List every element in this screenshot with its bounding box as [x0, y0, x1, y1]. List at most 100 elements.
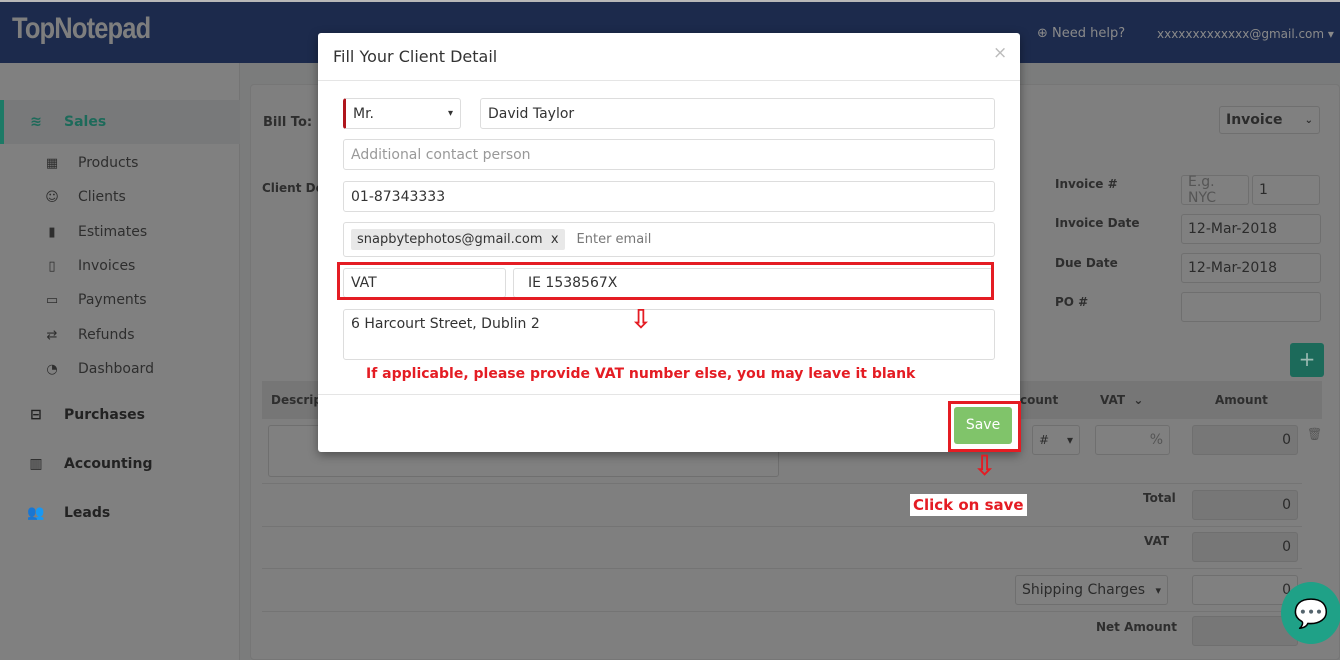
save-highlight-box	[948, 401, 1021, 452]
total-value: 0	[1192, 490, 1298, 520]
phone-input[interactable]: 01-87343333	[343, 181, 995, 212]
divider	[318, 80, 1020, 81]
sidebar-label: Refunds	[78, 327, 135, 343]
sidebar-label: Leads	[64, 505, 111, 521]
vat-percent-input[interactable]: %	[1095, 425, 1170, 455]
arrow-down-icon: ⇩	[630, 305, 652, 335]
user-email: xxxxxxxxxxxxx@gmail.com	[1157, 27, 1325, 41]
amount-header: Amount	[1215, 393, 1268, 407]
cubes-icon: ▦	[45, 155, 59, 171]
discount-type-select[interactable]: # ▾	[1032, 425, 1080, 455]
trash-icon[interactable]: 🗑	[1307, 427, 1322, 441]
remove-email-button[interactable]: x	[551, 232, 559, 247]
sidebar-item-invoices[interactable]: ▯ Invoices	[42, 258, 135, 274]
due-date-value: 12-Mar-2018	[1188, 260, 1278, 276]
description-header: Descrip	[271, 393, 322, 407]
sidebar-item-leads[interactable]: 👥 Leads	[0, 491, 240, 535]
client-name-value: David Taylor	[488, 105, 575, 122]
invoice-no-label: Invoice #	[1055, 177, 1118, 191]
vat-highlight-box	[337, 262, 994, 300]
vat-header-label: VAT	[1100, 393, 1126, 407]
vat-total-amount: 0	[1282, 539, 1291, 555]
email-input[interactable]: snapbytephotos@gmail.com x Enter email	[343, 222, 995, 257]
sidebar-item-dashboard[interactable]: ◔ Dashboard	[42, 361, 154, 377]
credit-card-icon: ▭	[45, 292, 59, 308]
sidebar-label: Invoices	[78, 258, 136, 274]
close-button[interactable]: ×	[993, 43, 1007, 63]
sidebar-item-purchases[interactable]: ⊟ Purchases	[0, 393, 240, 437]
modal-title: Fill Your Client Detail	[333, 47, 498, 66]
sidebar-label: Payments	[78, 292, 147, 308]
caret-down-icon: ▾	[1155, 583, 1161, 597]
sidebar-item-estimates[interactable]: ▮ Estimates	[42, 224, 147, 240]
bar-chart-icon: ▥	[29, 456, 43, 472]
invoice-date-value: 12-Mar-2018	[1188, 221, 1278, 237]
users-icon: 👥	[27, 505, 45, 521]
client-name-input[interactable]: David Taylor	[480, 98, 995, 129]
sidebar-label: Estimates	[78, 224, 148, 240]
divider	[262, 568, 1302, 569]
sidebar-label: Clients	[78, 189, 126, 205]
invoice-date-input[interactable]: 12-Mar-2018	[1181, 214, 1321, 244]
sidebar-item-products[interactable]: ▦ Products	[42, 155, 139, 171]
line-amount: 0	[1192, 425, 1298, 455]
vat-percent-placeholder: %	[1149, 432, 1163, 448]
contact-person-input[interactable]: Additional contact person	[343, 139, 995, 170]
user-icon: ☺	[45, 189, 59, 205]
file-icon: ▮	[48, 224, 56, 240]
logo[interactable]: TopNotepad	[12, 12, 151, 46]
dashboard-icon: ◔	[46, 361, 58, 377]
divider	[262, 611, 1302, 612]
discount-type-value: #	[1039, 433, 1050, 447]
invoice-prefix-input[interactable]: E.g. NYC	[1181, 174, 1249, 206]
due-date-input[interactable]: 12-Mar-2018	[1181, 253, 1321, 283]
sidebar-item-clients[interactable]: ☺ Clients	[42, 189, 126, 205]
chat-button[interactable]: 💬	[1281, 582, 1340, 644]
total-label: Total	[1143, 491, 1176, 505]
shipping-input[interactable]: 0	[1192, 575, 1298, 605]
help-label: Need help?	[1052, 26, 1126, 41]
caret-down-icon: ▾	[447, 108, 453, 119]
due-date-label: Due Date	[1055, 256, 1118, 270]
vat-annotation: If applicable, please provide VAT number…	[366, 366, 916, 382]
layers-icon: ≋	[30, 114, 42, 130]
arrow-down-icon: ⇩	[973, 449, 997, 482]
help-link[interactable]: ⊕ Need help?	[1037, 26, 1125, 41]
lifebuoy-icon: ⊕	[1037, 26, 1048, 41]
po-input[interactable]	[1181, 292, 1321, 322]
shipping-label: Shipping Charges	[1022, 582, 1146, 598]
address-input[interactable]: 6 Harcourt Street, Dublin 2	[343, 309, 995, 360]
discount-header: count	[1020, 393, 1059, 407]
divider	[318, 394, 1020, 395]
salutation-value: Mr.	[353, 105, 374, 122]
shipping-charges-select[interactable]: Shipping Charges ▾	[1015, 575, 1168, 605]
document-type-select[interactable]: Invoice ⌄	[1219, 106, 1320, 134]
sidebar-item-sales[interactable]: ≋ Sales	[0, 100, 240, 144]
purchases-icon: ⊟	[30, 407, 42, 423]
client-details-label: Client De	[262, 181, 324, 195]
invoice-number-input[interactable]: 1	[1252, 175, 1320, 205]
chevron-down-icon: ⌄	[1304, 114, 1313, 126]
caret-down-icon: ▾	[1327, 27, 1334, 41]
po-label: PO #	[1055, 295, 1089, 309]
address-value: 6 Harcourt Street, Dublin 2	[351, 316, 540, 332]
vat-header[interactable]: VAT ⌄	[1100, 393, 1143, 407]
add-button[interactable]: +	[1290, 343, 1324, 377]
sidebar-item-refunds[interactable]: ⇄ Refunds	[42, 327, 135, 343]
phone-value: 01-87343333	[351, 188, 446, 205]
email-tag: snapbytephotos@gmail.com x	[351, 229, 565, 250]
line-amount-value: 0	[1282, 432, 1291, 448]
file-outline-icon: ▯	[48, 258, 56, 274]
sidebar-item-payments[interactable]: ▭ Payments	[42, 292, 147, 308]
vat-total-label: VAT	[1144, 534, 1170, 548]
exchange-icon: ⇄	[46, 327, 58, 343]
net-amount-label: Net Amount	[1096, 620, 1177, 634]
sidebar-label: Purchases	[64, 407, 146, 423]
sidebar-label: Accounting	[64, 456, 153, 472]
sidebar-item-accounting[interactable]: ▥ Accounting	[0, 442, 240, 486]
user-menu[interactable]: xxxxxxxxxxxxx@gmail.com ▾	[1157, 27, 1334, 41]
sidebar: ≋ Sales ▦ Products ☺ Clients ▮ Estimates ▯ In…	[0, 63, 240, 660]
contact-person-placeholder: Additional contact person	[351, 146, 531, 163]
vat-total-value: 0	[1192, 532, 1298, 562]
salutation-select[interactable]: Mr. ▾	[343, 98, 461, 129]
